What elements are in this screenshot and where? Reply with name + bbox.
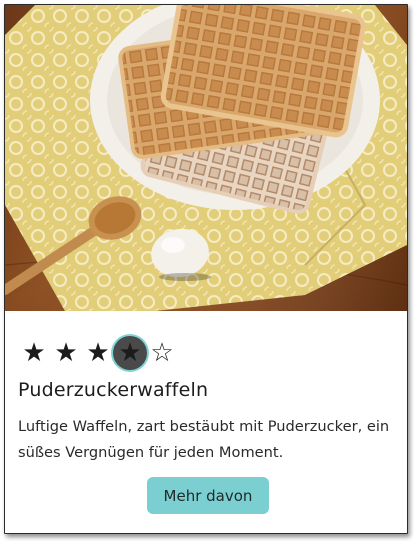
star-icon-filled[interactable]: ★ <box>18 338 50 368</box>
star-icon-filled-focused[interactable]: ★ <box>113 336 147 370</box>
waffles-photo <box>5 5 407 311</box>
more-button[interactable]: Mehr davon <box>147 477 269 514</box>
star-rating: ★ ★ ★ ★ ☆ <box>18 336 178 370</box>
recipe-title: Puderzuckerwaffeln <box>18 379 209 401</box>
recipe-description: Luftige Waffeln, zart bestäubt mit Puder… <box>18 418 390 461</box>
star-icon-empty[interactable]: ☆ <box>146 338 178 368</box>
star-icon-filled[interactable]: ★ <box>82 338 114 368</box>
recipe-card: ★ ★ ★ ★ ☆ Puderzuckerwaffeln Luftige Waf… <box>4 4 408 534</box>
star-icon-filled[interactable]: ★ <box>50 338 82 368</box>
